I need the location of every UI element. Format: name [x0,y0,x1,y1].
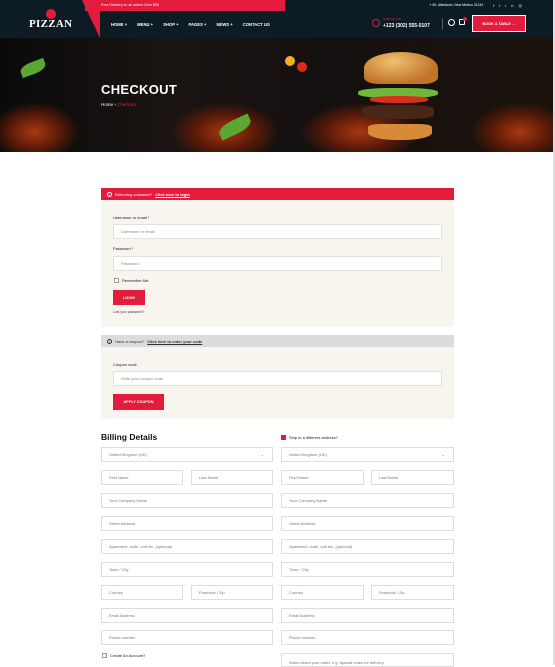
login-panel: Username or email * Username or email Pa… [101,200,454,327]
phone-icon [372,19,380,27]
coupon-panel: Coupon code Write your coupon code APPLY… [101,347,454,419]
fire-decoration [0,102,80,152]
shipping-last-name[interactable]: Last Name [371,470,454,485]
chevron-down-icon: ⌄ [260,452,264,457]
create-account-label: Create An Account? [110,653,146,658]
breadcrumb-current: Checkout [117,102,137,107]
billing-postcode[interactable]: Postcode / Zip [191,585,273,600]
shipping-country-select[interactable]: United Kingdom (UK) ⌄ [281,447,454,462]
password-label: Password * [113,246,134,251]
coupon-input[interactable]: Write your coupon code [113,371,442,386]
shipping-first-name[interactable]: First Name [281,470,364,485]
cart-icon[interactable] [459,17,467,25]
ship-different-label: Ship to a different address? [289,435,338,440]
billing-email[interactable]: Email Address [101,608,273,623]
page-title: CHECKOUT [101,82,178,97]
password-input[interactable]: Password [113,256,442,271]
shipping-street[interactable]: Street Address [281,516,454,531]
nav-shop[interactable]: SHOP + [163,22,178,27]
instagram-icon[interactable]: ◎ [519,3,528,8]
create-account-checkbox[interactable] [102,653,107,658]
pepper-icon [297,62,307,72]
chevron-down-icon: ⌄ [441,452,445,457]
coupon-notice: i Have a coupon? Click here to enter you… [101,335,454,347]
login-button[interactable]: LOGIN [113,290,145,305]
apply-coupon-button[interactable]: APPLY COUPON [113,394,164,410]
returning-customer-notice: i Returning customer? Click here to logi… [101,188,454,200]
nav-menu[interactable]: MENU + [137,22,153,27]
coupon-label: Coupon code [113,362,137,367]
billing-title: Billing Details [101,432,158,442]
book-table-button[interactable]: BOOK A TABLE → [472,15,526,32]
shipping-postcode[interactable]: Postcode / Zip [371,585,454,600]
header-divider [442,18,443,30]
cart-badge [463,17,467,21]
social-links: ftin◎ [493,0,527,11]
burger-image [356,48,442,148]
ship-different-checkbox[interactable] [281,435,286,440]
login-toggle-link[interactable]: Click here to login [155,192,190,197]
billing-phone[interactable]: Phone number [101,630,273,645]
pepper-icon [285,56,295,66]
lost-password-link[interactable]: Lost your password? [113,310,144,314]
nav-news[interactable]: NEWS + [217,22,233,27]
breadcrumb-home[interactable]: Home [101,102,113,107]
remember-label: Remember Me [122,278,149,283]
nav-contact[interactable]: CONTACT US [243,22,270,27]
shipping-town[interactable]: Town / City [281,562,454,577]
shipping-phone[interactable]: Phone number [281,630,454,645]
billing-first-name[interactable]: First Name [101,470,183,485]
nav-home[interactable]: HOME + [111,22,127,27]
search-icon[interactable] [448,19,455,26]
billing-apartment[interactable]: Apartment, suite, unit etc. (optional) [101,539,273,554]
nav-pages[interactable]: PAGES + [189,22,207,27]
shipping-country-field[interactable]: Country [281,585,364,600]
info-icon: i [107,338,112,344]
shipping-apartment[interactable]: Apartment, suite, unit etc. (optional) [281,539,454,554]
coupon-toggle-link[interactable]: Click here to enter your code [147,339,202,344]
shipping-email[interactable]: Email Address [281,608,454,623]
billing-country-select[interactable]: United Kingdom (UK) ⌄ [101,447,273,462]
remember-checkbox[interactable] [114,278,119,283]
billing-street[interactable]: Street Address [101,516,273,531]
billing-last-name[interactable]: Last Name [191,470,273,485]
main-nav: HOME + MENU + SHOP + PAGES + NEWS + CONT… [111,11,270,38]
billing-town[interactable]: Town / City [101,562,273,577]
linkedin-icon[interactable]: in [505,3,518,8]
billing-country-field[interactable]: Country [101,585,183,600]
breadcrumb: Home › Checkout [101,102,137,107]
username-input[interactable]: Username or email [113,224,442,239]
username-label: Username or email * [113,215,150,220]
promo-text: Free Delivery on all orders Over $50 [85,0,285,11]
shipping-company[interactable]: Your Company Name [281,493,454,508]
info-icon: i [107,191,112,197]
address-text: ⌖ 60, Allentown, New Mexico 31134 [429,3,483,7]
fire-decoration [470,102,555,152]
billing-company[interactable]: Your Company Name [101,493,273,508]
logo[interactable]: PIZZAN [29,9,74,35]
basil-leaf-icon [18,57,48,79]
page-hero: CHECKOUT Home › Checkout [0,38,555,152]
